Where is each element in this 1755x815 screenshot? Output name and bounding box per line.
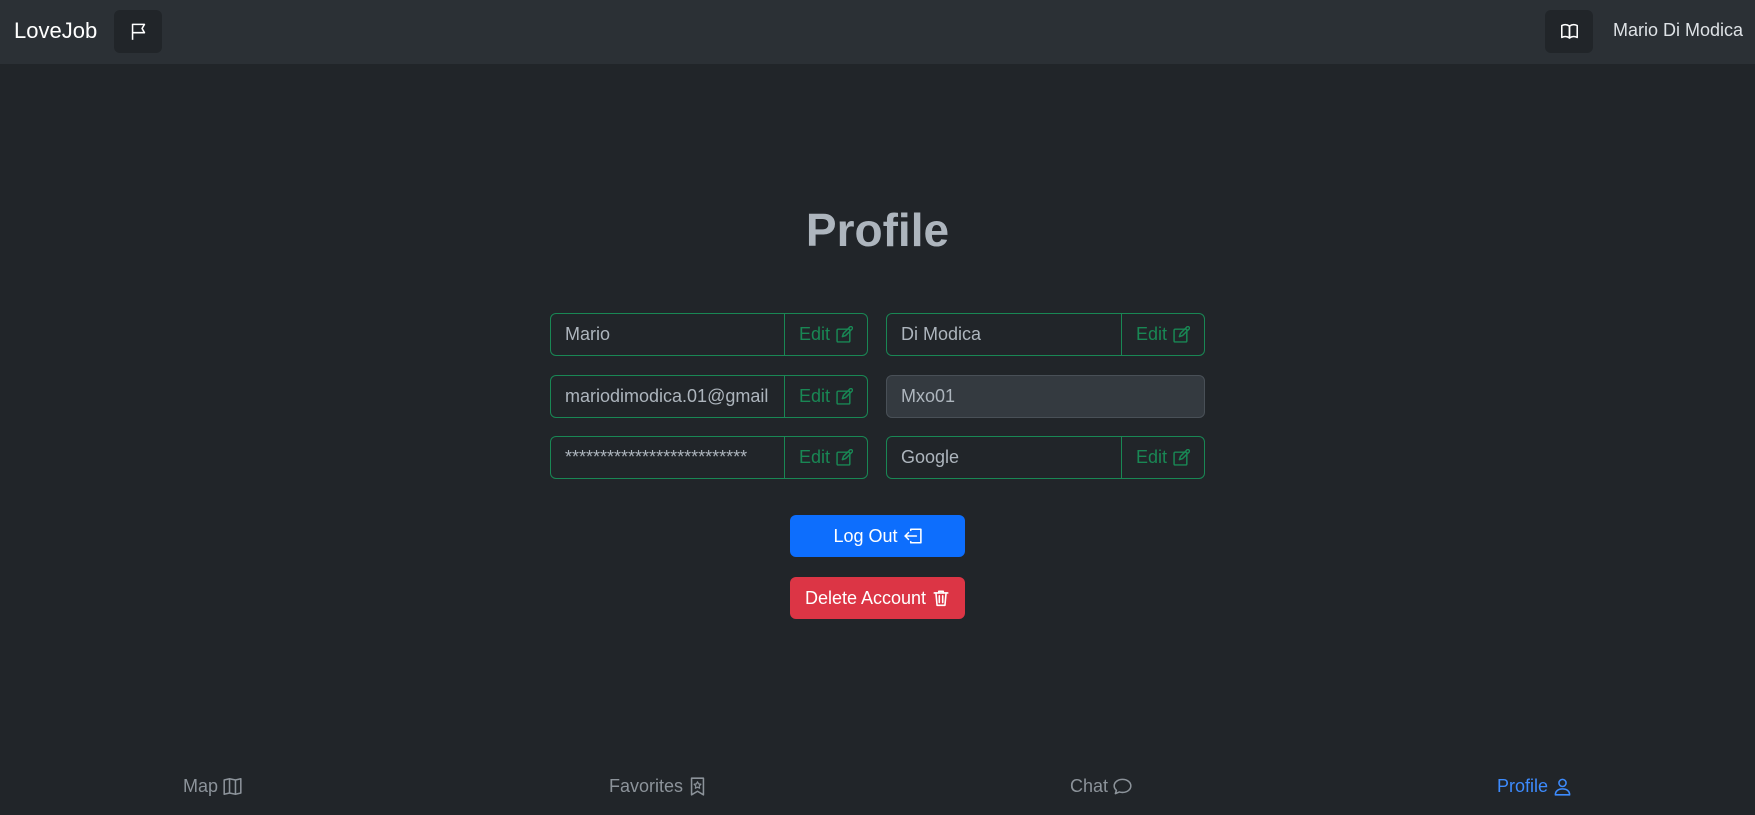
brand-logo[interactable]: LoveJob [14, 18, 97, 44]
edit-label: Edit [1135, 324, 1168, 344]
delete-label: Delete Account [804, 587, 927, 608]
provider-group: Google Edit [886, 436, 1205, 479]
user-menu[interactable]: Mario Di Modica [1613, 20, 1743, 41]
nav-chat[interactable]: Chat [1070, 776, 1132, 797]
username-field: Mxo01 [886, 375, 1205, 418]
edit-label: Edit [798, 447, 831, 467]
page-title: Profile [805, 204, 950, 256]
chat-icon [1113, 778, 1132, 795]
edit-label: Edit [798, 386, 831, 406]
edit-label: Edit [798, 324, 831, 344]
logout-button[interactable]: Log Out [790, 515, 965, 557]
edit-email-button[interactable]: Edit [785, 376, 867, 417]
nav-profile-label: Profile [1497, 776, 1549, 796]
nav-profile[interactable]: Profile [1497, 776, 1572, 797]
map-icon [223, 778, 242, 795]
book-icon [1560, 23, 1578, 39]
nav-map-label: Map [183, 776, 219, 796]
edit-last-name-button[interactable]: Edit [1122, 314, 1204, 355]
trash-icon [933, 590, 949, 607]
email-field[interactable]: mariodimodica.01@gmail [551, 376, 785, 417]
edit-password-button[interactable]: Edit [785, 437, 867, 478]
bookmark-star-icon [690, 777, 705, 796]
password-field[interactable]: ************************** [551, 437, 785, 478]
bottom-nav: Map Favorites Chat Profile [0, 770, 1755, 804]
edit-icon [836, 388, 854, 405]
nav-map[interactable]: Map [183, 776, 242, 797]
logout-icon [903, 528, 922, 544]
last-name-group: Di Modica Edit [886, 313, 1205, 356]
nav-favorites[interactable]: Favorites [609, 776, 707, 797]
edit-icon [836, 326, 854, 343]
edit-icon [1173, 326, 1191, 343]
person-icon [1554, 778, 1571, 796]
flag-button[interactable] [114, 10, 162, 53]
first-name-group: Mario Edit [550, 313, 868, 356]
nav-favorites-label: Favorites [609, 776, 684, 796]
book-button[interactable] [1545, 10, 1593, 53]
top-navbar: LoveJob Mario Di Modica [0, 0, 1755, 64]
delete-account-button[interactable]: Delete Account [790, 577, 965, 619]
edit-provider-button[interactable]: Edit [1122, 437, 1204, 478]
first-name-field[interactable]: Mario [551, 314, 785, 355]
provider-field[interactable]: Google [887, 437, 1122, 478]
password-group: ************************** Edit [550, 436, 868, 479]
edit-icon [836, 449, 854, 466]
logout-label: Log Out [833, 525, 898, 546]
edit-label: Edit [1135, 447, 1168, 467]
email-group: mariodimodica.01@gmail Edit [550, 375, 868, 418]
edit-first-name-button[interactable]: Edit [785, 314, 867, 355]
nav-chat-label: Chat [1070, 776, 1109, 796]
last-name-field[interactable]: Di Modica [887, 314, 1122, 355]
edit-icon [1173, 449, 1191, 466]
flag-icon [131, 23, 145, 40]
